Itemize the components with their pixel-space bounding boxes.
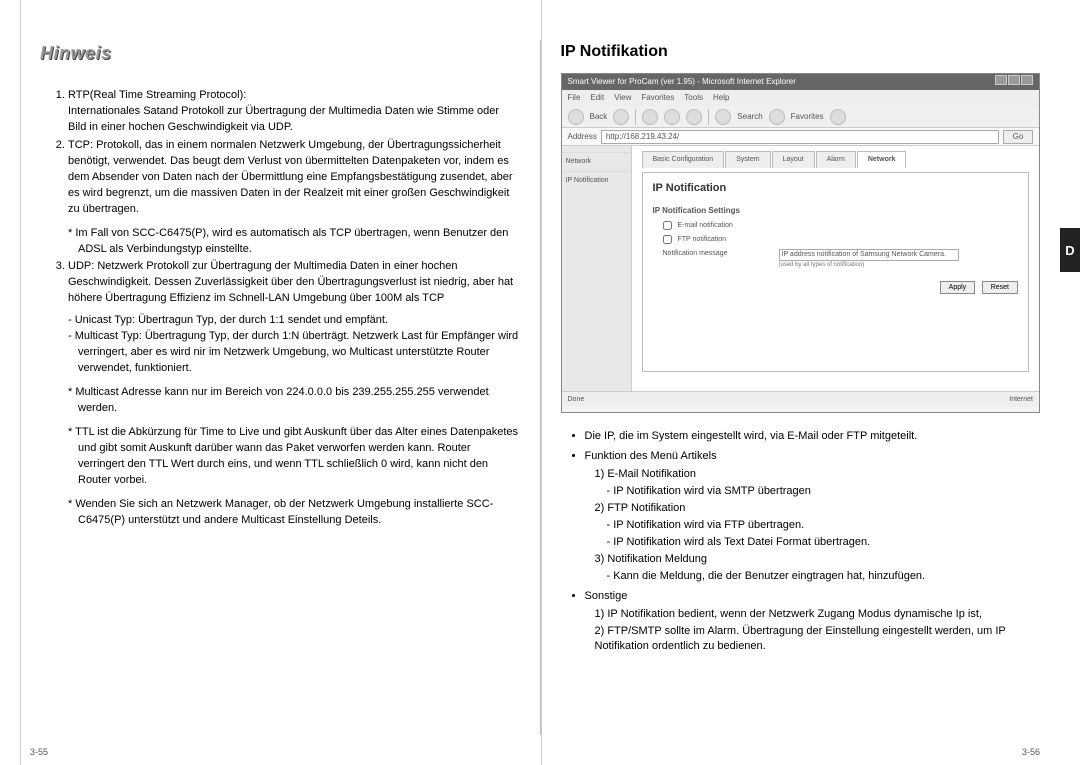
b2-2d2: - IP Notifikation wird als Text Datei Fo… <box>595 535 1041 551</box>
tab-network[interactable]: Network <box>857 151 907 168</box>
fieldset-label: IP Notification Settings <box>653 205 1019 217</box>
home-icon[interactable] <box>686 109 702 125</box>
ftp-label: FTP notification <box>678 235 727 245</box>
message-hint: (used by all types of notification) <box>779 261 959 270</box>
forward-icon[interactable] <box>613 109 629 125</box>
b1-text: Die IP, die im System eingestellt wird, … <box>585 430 918 442</box>
search-icon[interactable] <box>715 109 731 125</box>
b2-3d: - Kann die Meldung, die der Benutzer ein… <box>595 569 1041 585</box>
favorites-label: Favorites <box>791 111 824 123</box>
message-label: Notification message <box>663 249 773 259</box>
screenshot-ie-window: Smart Viewer for ProCam (ver 1.95) - Mic… <box>561 73 1041 413</box>
b2-1d: - IP Notifikation wird via SMTP übertrag… <box>595 484 1041 500</box>
b2-sublist: 1) E-Mail Notifikation - IP Notifikation… <box>585 467 1041 585</box>
window-title: Smart Viewer for ProCam (ver 1.95) - Mic… <box>568 76 796 88</box>
item1-head: RTP(Real Time Streaming Protocol): <box>68 89 246 101</box>
b2-2d1: - IP Notifikation wird via FTP übertrage… <box>595 518 1041 534</box>
back-icon[interactable] <box>568 109 584 125</box>
heading-hinweis: Hinweis <box>40 40 520 66</box>
search-label: Search <box>737 111 762 123</box>
numbered-list: RTP(Real Time Streaming Protocol): Inter… <box>40 88 520 528</box>
heading-ip: IP Notifikation <box>561 40 1041 63</box>
nav-item-network[interactable]: Network <box>562 152 631 171</box>
right-page: IP Notifikation Smart Viewer for ProCam … <box>541 40 1061 735</box>
menu-item[interactable]: File <box>568 92 581 104</box>
item3-dash1: - Unicast Typ: Übertragun Typ, der durch… <box>68 313 520 329</box>
tab-basic[interactable]: Basic Configuration <box>642 151 725 168</box>
page-number-right: 3-56 <box>1022 747 1040 757</box>
main-panel: Basic Configuration System Layout Alarm … <box>632 146 1040 391</box>
right-bullet-list: Die IP, die im System eingestellt wird, … <box>561 429 1041 655</box>
email-checkbox[interactable] <box>663 221 672 230</box>
nav-item-ipnotif[interactable]: IP Notification <box>562 171 631 190</box>
tab-system[interactable]: System <box>725 151 770 168</box>
menubar[interactable]: File Edit View Favorites Tools Help <box>562 90 1040 106</box>
row-email: E-mail notification <box>663 221 1019 231</box>
stop-icon[interactable] <box>642 109 658 125</box>
list-item: TCP: Protokoll, das in einem normalen Ne… <box>68 138 520 258</box>
item2-note: * Im Fall von SCC-C6475(P), wird es auto… <box>68 226 520 258</box>
browser-body: Network IP Notification Basic Configurat… <box>562 146 1040 391</box>
back-label[interactable]: Back <box>590 111 608 123</box>
tab-strip: Basic Configuration System Layout Alarm … <box>642 150 1030 168</box>
b2-3: 3) Notifikation Meldung <box>595 552 1041 568</box>
item3-star3: * Wenden Sie sich an Netzwerk Manager, o… <box>68 497 520 529</box>
b2-2: 2) FTP Notifikation <box>595 501 1041 517</box>
b3-2: 2) FTP/SMTP sollte im Alarm. Übertragung… <box>595 624 1041 656</box>
menu-item[interactable]: Help <box>713 92 729 104</box>
item3-star2: * TTL ist die Abkürzung für Time to Live… <box>68 425 520 489</box>
apply-button[interactable]: Apply <box>940 281 976 294</box>
window-titlebar: Smart Viewer for ProCam (ver 1.95) - Mic… <box>562 74 1040 90</box>
menu-item[interactable]: View <box>614 92 631 104</box>
page-spread: Hinweis RTP(Real Time Streaming Protocol… <box>0 0 1080 765</box>
panel-title: IP Notification <box>653 181 1019 197</box>
email-label: E-mail notification <box>678 221 733 231</box>
address-input[interactable]: http://168.219.43.24/ <box>601 130 999 144</box>
section-tab-d: D <box>1060 228 1080 272</box>
menu-item[interactable]: Favorites <box>641 92 674 104</box>
message-input[interactable]: IP address notification of Samsung Netwo… <box>779 249 959 261</box>
list-item: RTP(Real Time Streaming Protocol): Inter… <box>68 88 520 136</box>
item1-body: Internationales Satand Protokoll zur Übe… <box>68 105 499 133</box>
b3-1: 1) IP Notifikation bedient, wenn der Net… <box>595 607 1041 623</box>
tab-layout[interactable]: Layout <box>772 151 815 168</box>
row-message: Notification message IP address notifica… <box>663 249 1019 270</box>
go-button[interactable]: Go <box>1003 130 1033 144</box>
left-page: Hinweis RTP(Real Time Streaming Protocol… <box>20 40 541 735</box>
b2-text: Funktion des Menü Artikels <box>585 450 717 462</box>
item3-body: UDP: Netzwerk Protokoll zur Übertragung … <box>68 260 513 304</box>
favorites-icon[interactable] <box>769 109 785 125</box>
list-item: UDP: Netzwerk Protokoll zur Übertragung … <box>68 259 520 528</box>
menu-item[interactable]: Tools <box>684 92 703 104</box>
bullet-2: Funktion des Menü Artikels 1) E-Mail Not… <box>585 449 1041 585</box>
status-left: Done <box>568 395 585 405</box>
bullet-1: Die IP, die im System eingestellt wird, … <box>585 429 1041 445</box>
b3-text: Sonstige <box>585 590 628 602</box>
config-panel: IP Notification IP Notification Settings… <box>642 172 1030 372</box>
row-ftp: FTP notification <box>663 235 1019 245</box>
status-right: Internet <box>1009 395 1033 405</box>
history-icon[interactable] <box>830 109 846 125</box>
tab-alarm[interactable]: Alarm <box>816 151 856 168</box>
address-bar: Address http://168.219.43.24/ Go <box>562 128 1040 146</box>
address-label: Address <box>568 131 597 143</box>
b3-sublist: 1) IP Notifikation bedient, wenn der Net… <box>585 607 1041 656</box>
bullet-3: Sonstige 1) IP Notifikation bedient, wen… <box>585 589 1041 656</box>
panel-buttons: Apply Reset <box>653 280 1019 294</box>
menu-item[interactable]: Edit <box>590 92 604 104</box>
reset-button[interactable]: Reset <box>982 281 1018 294</box>
ftp-checkbox[interactable] <box>663 235 672 244</box>
window-buttons[interactable] <box>994 75 1033 89</box>
b2-1: 1) E-Mail Notifikation <box>595 467 1041 483</box>
item3-dash2: - Multicast Typ: Übertragung Typ, der du… <box>68 329 520 377</box>
page-number-left: 3-55 <box>30 747 48 757</box>
toolbar[interactable]: Back Search Favorites <box>562 106 1040 128</box>
item2-body: TCP: Protokoll, das in einem normalen Ne… <box>68 139 513 215</box>
status-bar: Done Internet <box>562 391 1040 407</box>
left-nav: Network IP Notification <box>562 146 632 391</box>
item3-star1: * Multicast Adresse kann nur im Bereich … <box>68 385 520 417</box>
refresh-icon[interactable] <box>664 109 680 125</box>
